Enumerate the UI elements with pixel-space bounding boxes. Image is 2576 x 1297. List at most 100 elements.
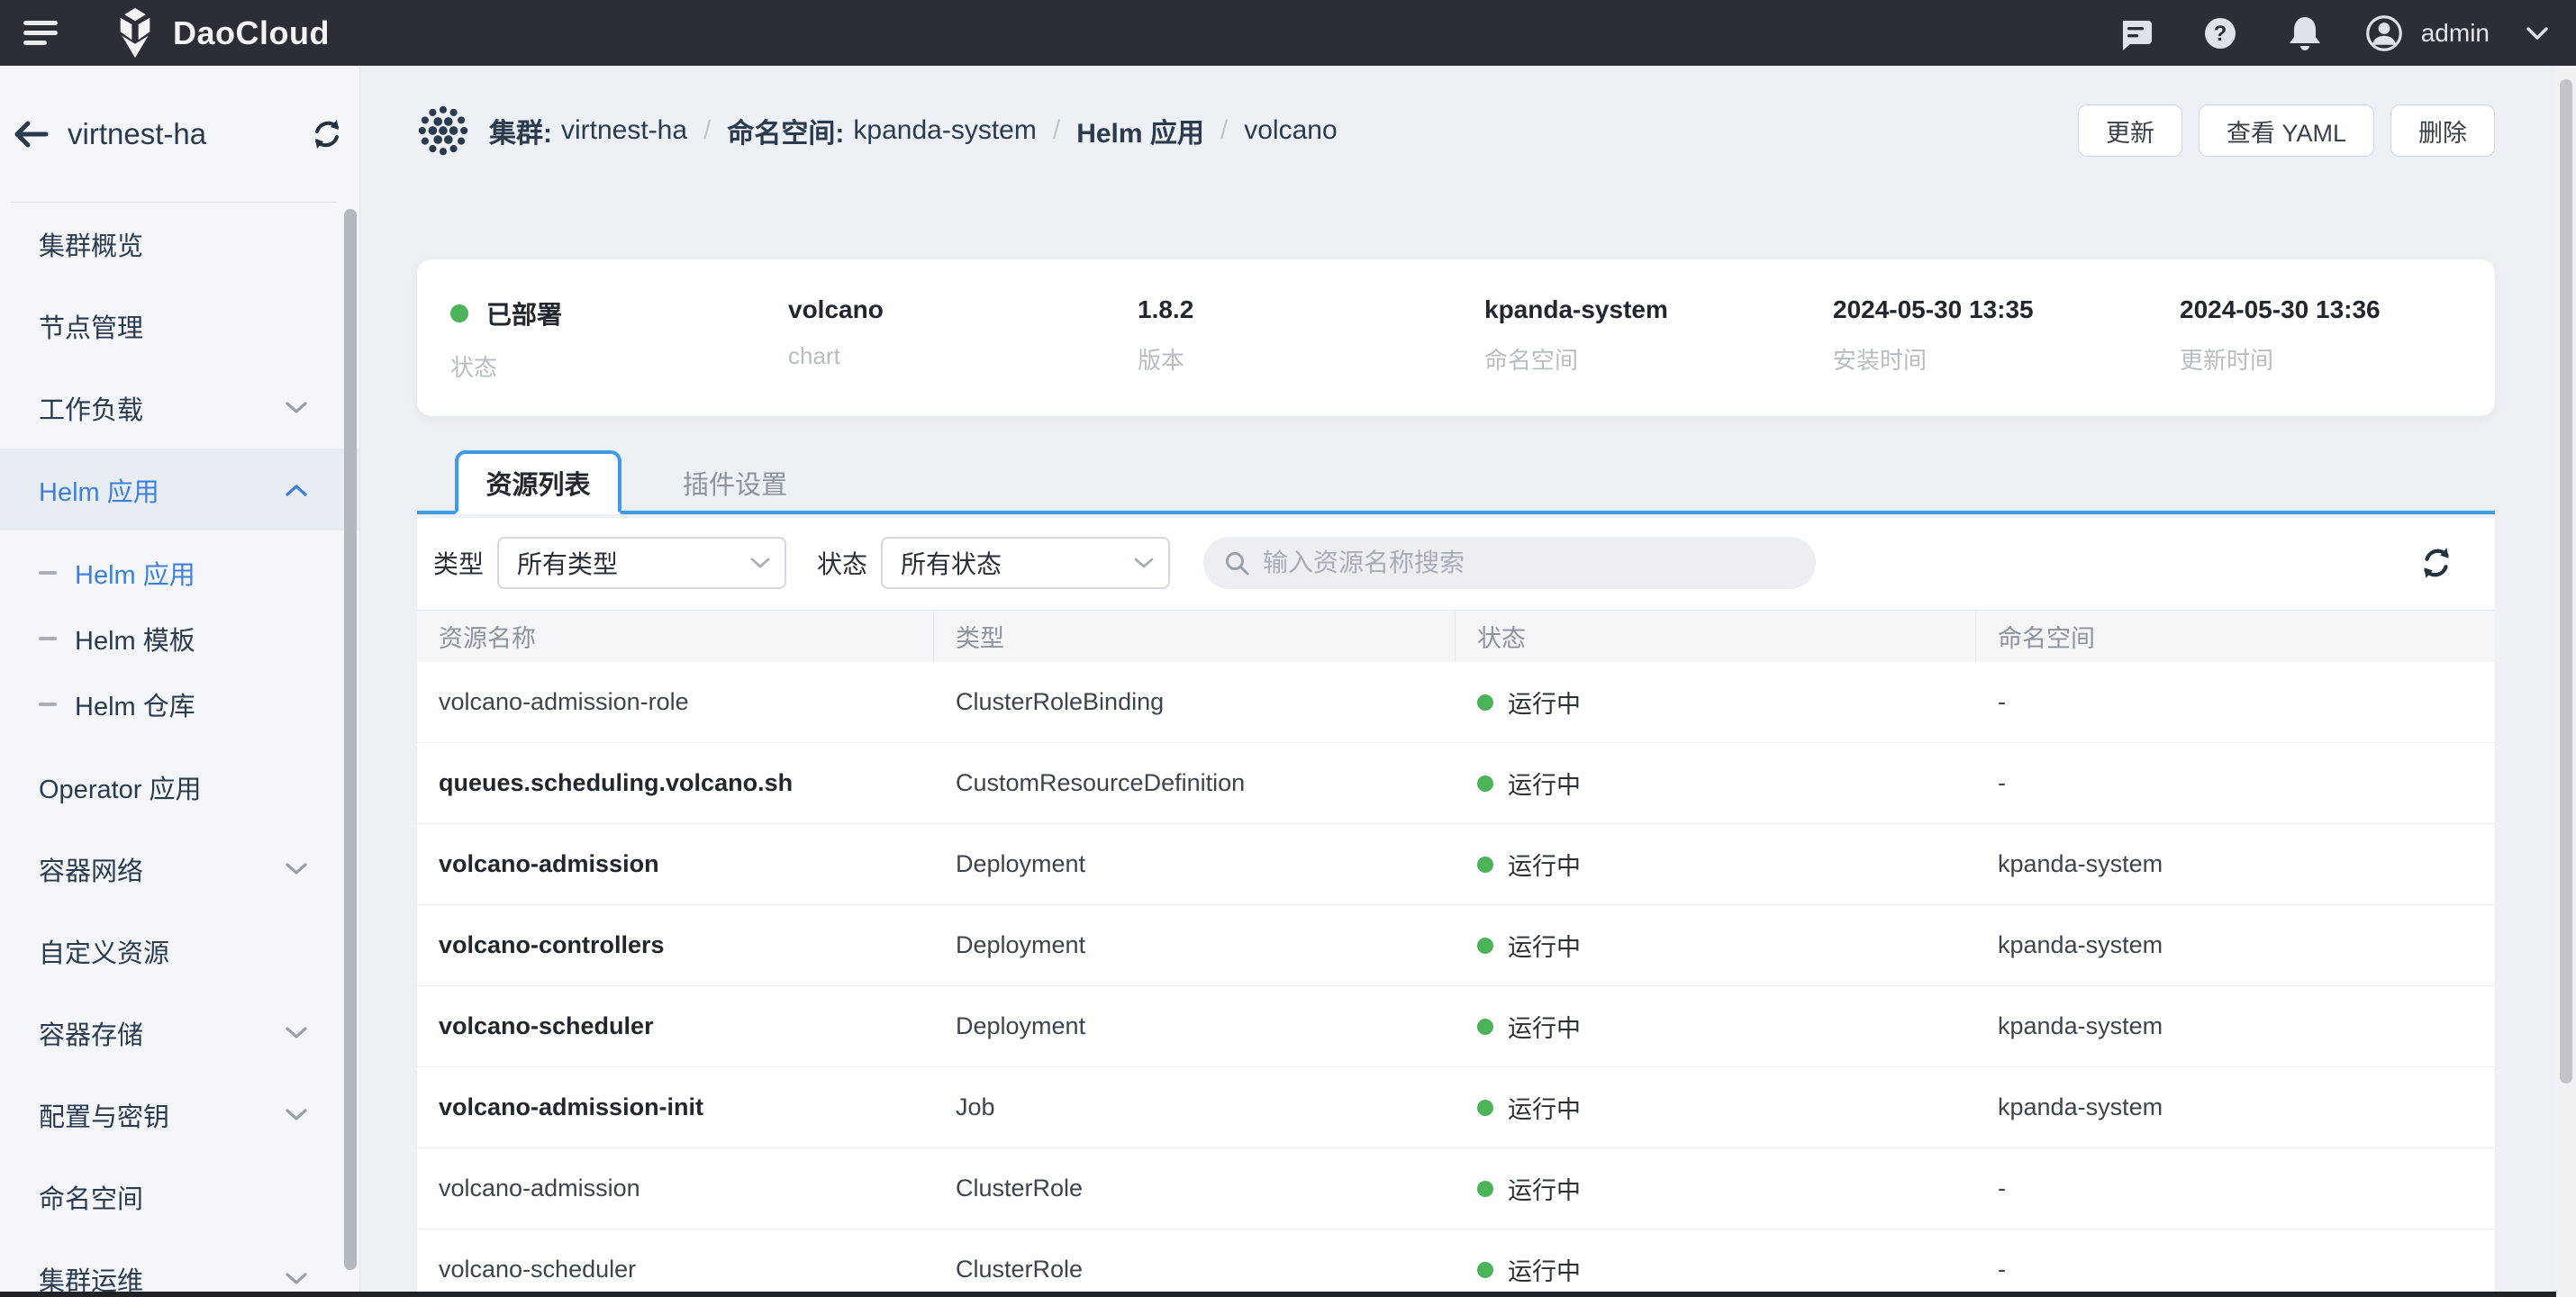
switch-cluster-icon[interactable] bbox=[309, 116, 345, 152]
column-header-name: 资源名称 bbox=[417, 611, 934, 662]
table-row: volcano-scheduler Deployment 运行中 kpanda-… bbox=[417, 986, 2495, 1067]
status-dot bbox=[450, 304, 468, 322]
status-dot bbox=[1477, 1181, 1493, 1197]
table-row: volcano-admission Deployment 运行中 kpanda-… bbox=[417, 824, 2495, 905]
main-scrollbar-thumb[interactable] bbox=[2560, 79, 2572, 1084]
dash-icon bbox=[39, 571, 57, 575]
status-dot bbox=[1477, 1262, 1493, 1278]
hamburger-menu-icon[interactable] bbox=[23, 15, 58, 50]
table-row: volcano-controllers Deployment 运行中 kpand… bbox=[417, 905, 2495, 986]
column-header-status: 状态 bbox=[1456, 611, 1976, 662]
main-scrollbar bbox=[2556, 66, 2576, 1297]
sidebar: virtnest-ha 集群概览 节点管理 工作负载 bbox=[0, 66, 360, 1297]
sidebar-nav: 集群概览 节点管理 工作负载 Helm 应用 Helm 应用 bbox=[0, 203, 359, 1297]
sidebar-item-custom-resources[interactable]: 自定义资源 bbox=[0, 910, 359, 992]
main-content: 集群: virtnest-ha / 命名空间: kpanda-system / … bbox=[360, 66, 2576, 1297]
status-dot bbox=[1477, 1100, 1493, 1116]
info-field-version: 1.8.2 版本 bbox=[1138, 295, 1193, 376]
chevron-down-icon bbox=[1134, 558, 1154, 569]
resource-list-panel: 类型 所有类型 状态 所有状态 bbox=[417, 518, 2495, 1292]
column-header-type: 类型 bbox=[934, 611, 1456, 662]
chevron-down-icon bbox=[750, 558, 770, 569]
svg-text:?: ? bbox=[2213, 22, 2227, 46]
type-filter-select[interactable]: 所有类型 bbox=[497, 537, 786, 589]
breadcrumb-namespace-value[interactable]: kpanda-system bbox=[853, 115, 1036, 146]
breadcrumb-separator: / bbox=[1053, 115, 1060, 146]
cluster-name: virtnest-ha bbox=[68, 117, 206, 151]
user-avatar[interactable] bbox=[2365, 14, 2403, 52]
search-box bbox=[1203, 537, 1816, 589]
info-field-install-time: 2024-05-30 13:35 安装时间 bbox=[1833, 295, 2034, 376]
table-row: volcano-admission-role ClusterRoleBindin… bbox=[417, 662, 2495, 743]
sidebar-item-workloads[interactable]: 工作负载 bbox=[0, 367, 359, 449]
table-row: queues.scheduling.volcano.sh CustomResou… bbox=[417, 743, 2495, 824]
view-yaml-button[interactable]: 查看 YAML bbox=[2199, 104, 2374, 157]
refresh-icon[interactable] bbox=[2417, 544, 2455, 582]
messages-icon[interactable] bbox=[2117, 14, 2154, 52]
notifications-bell-icon[interactable] bbox=[2286, 14, 2324, 52]
chevron-up-icon bbox=[286, 484, 307, 496]
brand-name: DaoCloud bbox=[173, 14, 330, 52]
tab-plugin-settings[interactable]: 插件设置 bbox=[683, 451, 787, 514]
sidebar-header: virtnest-ha bbox=[0, 66, 359, 202]
breadcrumb-separator: / bbox=[703, 115, 711, 146]
sidebar-item-operator-apps[interactable]: Operator 应用 bbox=[0, 746, 359, 828]
tab-strip: 资源列表 插件设置 bbox=[417, 451, 2495, 514]
status-dot bbox=[1477, 694, 1493, 711]
sidebar-item-container-storage[interactable]: 容器存储 bbox=[0, 992, 359, 1074]
sidebar-helm-subgroup: Helm 应用 Helm 模板 Helm 仓库 bbox=[0, 531, 359, 746]
chevron-down-icon bbox=[286, 1027, 307, 1039]
breadcrumb-section[interactable]: Helm 应用 bbox=[1076, 111, 1204, 150]
sidebar-item-cluster-overview[interactable]: 集群概览 bbox=[0, 203, 359, 285]
update-button[interactable]: 更新 bbox=[2078, 104, 2182, 157]
status-filter-label: 状态 bbox=[817, 545, 867, 581]
status-dot bbox=[1477, 1019, 1493, 1035]
chevron-down-icon bbox=[286, 1109, 307, 1121]
table-row: volcano-admission ClusterRole 运行中 - bbox=[417, 1148, 2495, 1229]
chevron-down-icon bbox=[286, 1273, 307, 1285]
chevron-down-icon bbox=[286, 402, 307, 414]
filter-row: 类型 所有类型 状态 所有状态 bbox=[417, 518, 2495, 589]
delete-button[interactable]: 删除 bbox=[2390, 104, 2495, 157]
topbar: DaoCloud ? bbox=[0, 0, 2576, 66]
table-row: volcano-admission-init Job 运行中 kpanda-sy… bbox=[417, 1067, 2495, 1148]
status-dot bbox=[1477, 857, 1493, 873]
sidebar-item-helm-templates[interactable]: Helm 模板 bbox=[0, 605, 359, 671]
app-root: DaoCloud ? bbox=[0, 0, 2576, 1297]
user-name[interactable]: admin bbox=[2421, 19, 2490, 48]
user-menu-chevron-down-icon[interactable] bbox=[2526, 26, 2549, 41]
info-field-update-time: 2024-05-30 13:36 更新时间 bbox=[2180, 295, 2381, 376]
table-header: 资源名称 类型 状态 命名空间 bbox=[417, 610, 2495, 662]
breadcrumb-namespace-label: 命名空间: bbox=[727, 111, 844, 150]
sidebar-item-helm-repos[interactable]: Helm 仓库 bbox=[0, 671, 359, 737]
info-field-namespace: kpanda-system 命名空间 bbox=[1484, 295, 1668, 376]
sidebar-item-helm-apps-group[interactable]: Helm 应用 bbox=[0, 449, 359, 531]
info-field-status: 已部署 状态 bbox=[450, 295, 562, 383]
chevron-down-icon bbox=[286, 863, 307, 875]
daocloud-logo-icon bbox=[112, 7, 159, 59]
breadcrumb-cluster-value[interactable]: virtnest-ha bbox=[561, 115, 687, 146]
bottom-edge-strip bbox=[0, 1292, 2556, 1297]
sidebar-item-container-network[interactable]: 容器网络 bbox=[0, 828, 359, 910]
breadcrumb-separator: / bbox=[1220, 115, 1228, 146]
column-header-namespace: 命名空间 bbox=[1976, 611, 2495, 662]
sidebar-item-cluster-ops[interactable]: 集群运维 bbox=[0, 1238, 359, 1297]
breadcrumb-row: 集群: virtnest-ha / 命名空间: kpanda-system / … bbox=[417, 95, 2495, 167]
sidebar-item-helm-apps[interactable]: Helm 应用 bbox=[0, 540, 359, 605]
sidebar-item-node-management[interactable]: 节点管理 bbox=[0, 285, 359, 367]
dash-icon bbox=[39, 637, 57, 640]
breadcrumb-cluster-label: 集群: bbox=[489, 111, 552, 150]
page-actions: 更新 查看 YAML 删除 bbox=[2062, 104, 2495, 157]
dash-icon bbox=[39, 703, 57, 706]
back-arrow-icon[interactable] bbox=[10, 116, 50, 152]
tab-resource-list[interactable]: 资源列表 bbox=[455, 450, 621, 514]
status-filter-select[interactable]: 所有状态 bbox=[881, 537, 1170, 589]
sidebar-scrollbar-thumb[interactable] bbox=[344, 209, 357, 1270]
sidebar-item-config-secrets[interactable]: 配置与密钥 bbox=[0, 1074, 359, 1156]
help-icon[interactable]: ? bbox=[2201, 14, 2239, 52]
topbar-right: ? admin bbox=[2070, 14, 2549, 52]
sidebar-item-namespaces[interactable]: 命名空间 bbox=[0, 1156, 359, 1238]
search-icon bbox=[1223, 549, 1250, 576]
search-input[interactable] bbox=[1263, 549, 1767, 577]
breadcrumb: 集群: virtnest-ha / 命名空间: kpanda-system / … bbox=[489, 111, 1338, 150]
